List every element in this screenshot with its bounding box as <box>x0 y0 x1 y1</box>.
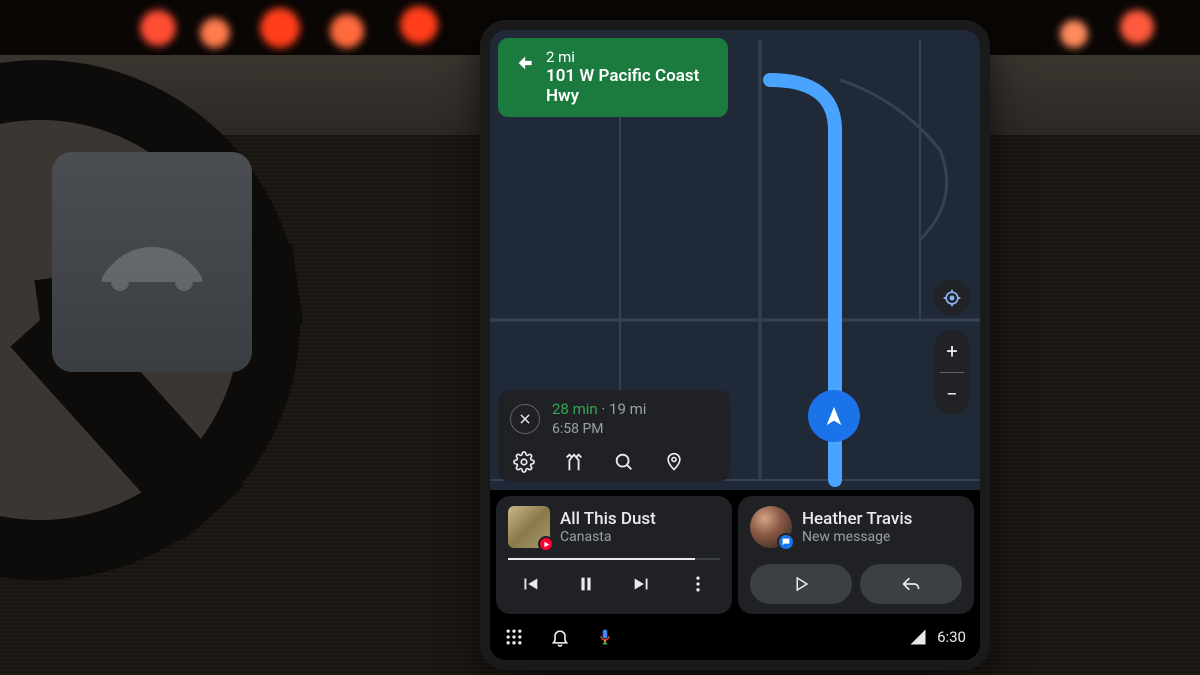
recenter-button[interactable] <box>934 280 970 316</box>
track-title: All This Dust <box>560 509 656 529</box>
previous-track-button[interactable] <box>514 568 546 600</box>
more-options-button[interactable] <box>682 568 714 600</box>
alternate-routes-icon[interactable] <box>562 450 586 474</box>
turn-distance: 2 mi <box>546 48 712 66</box>
message-sender: Heather Travis <box>802 509 912 529</box>
zoom-controls: + − <box>934 330 970 415</box>
widget-row: All This Dust Canasta <box>490 490 980 614</box>
instrument-cluster <box>52 152 252 372</box>
track-artist: Canasta <box>560 529 656 545</box>
eta-distance: 19 mi <box>609 400 646 418</box>
turn-road-name: 101 W Pacific Coast Hwy <box>546 66 712 107</box>
app-launcher-button[interactable] <box>504 627 524 647</box>
system-bar: 6:30 <box>490 614 980 660</box>
zoom-out-button[interactable]: − <box>934 373 970 415</box>
media-card[interactable]: All This Dust Canasta <box>496 496 732 614</box>
playback-progress[interactable] <box>508 558 720 560</box>
infotainment-screen: 2 mi 101 W Pacific Coast Hwy + − 28 min <box>480 20 990 670</box>
turn-left-icon <box>510 50 536 80</box>
notifications-button[interactable] <box>550 626 570 648</box>
contact-avatar <box>750 506 792 548</box>
pause-button[interactable] <box>570 568 602 600</box>
reply-button[interactable] <box>860 564 962 604</box>
next-track-button[interactable] <box>626 568 658 600</box>
message-status: New message <box>802 529 912 545</box>
close-navigation-button[interactable] <box>510 404 540 434</box>
play-message-button[interactable] <box>750 564 852 604</box>
eta-card[interactable]: 28 min · 19 mi 6:58 PM <box>498 390 730 482</box>
message-card[interactable]: Heather Travis New message <box>738 496 974 614</box>
vehicle-location-marker <box>808 390 860 442</box>
location-pin-icon[interactable] <box>662 450 686 474</box>
eta-arrival-time: 6:58 PM <box>552 420 646 438</box>
eta-duration: 28 min <box>552 400 598 418</box>
cell-signal-icon <box>909 629 927 645</box>
media-source-badge-icon <box>538 536 554 552</box>
album-art <box>508 506 550 548</box>
messages-app-badge-icon <box>777 533 795 551</box>
settings-icon[interactable] <box>512 450 536 474</box>
voice-assistant-button[interactable] <box>596 626 614 648</box>
turn-direction-card[interactable]: 2 mi 101 W Pacific Coast Hwy <box>498 38 728 117</box>
search-icon[interactable] <box>612 450 636 474</box>
navigation-map[interactable]: 2 mi 101 W Pacific Coast Hwy + − 28 min <box>490 30 980 490</box>
zoom-in-button[interactable]: + <box>934 330 970 372</box>
clock: 6:30 <box>937 628 966 646</box>
